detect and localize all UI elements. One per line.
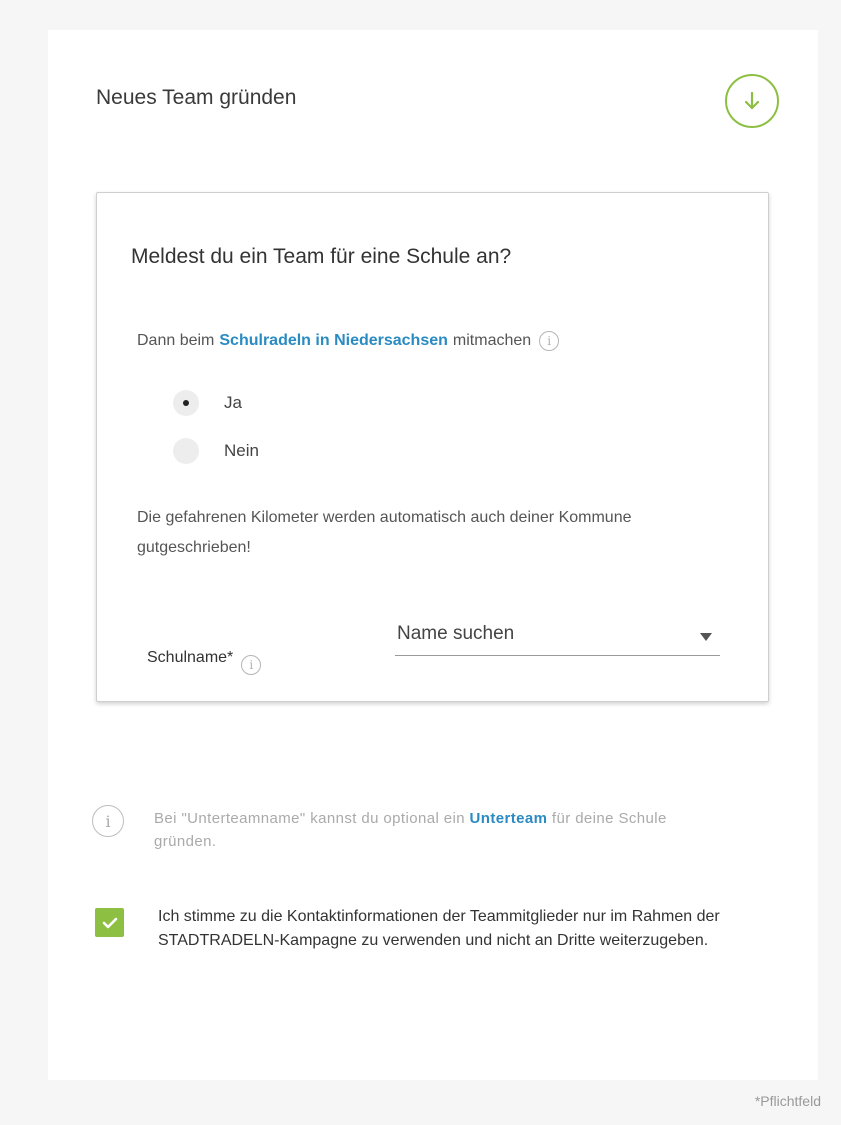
intro-prefix: Dann beim <box>137 332 215 349</box>
hint-prefix: Bei "Unterteamname" kannst du optional e… <box>154 810 465 827</box>
consent-text: Ich stimme zu die Kontaktinformationen d… <box>158 908 720 949</box>
school-name-label-row: Schulname* i <box>147 641 262 675</box>
consent-row: Ich stimme zu die Kontaktinformationen d… <box>95 905 795 953</box>
required-field-note: *Pflichtfeld <box>754 1093 821 1109</box>
download-button[interactable] <box>725 74 779 128</box>
radio-button-selected[interactable] <box>173 390 199 416</box>
info-icon: i <box>92 805 124 837</box>
radio-option-nein[interactable]: Nein <box>173 438 259 464</box>
school-name-select[interactable]: Name suchen <box>395 619 720 656</box>
intro-suffix: mitmachen <box>452 332 532 349</box>
radio-label-nein: Nein <box>224 441 259 460</box>
caret-down-icon <box>700 633 712 641</box>
kilometer-note: Die gefahrenen Kilometer werden automati… <box>137 509 632 556</box>
page-title: Neues Team gründen <box>96 86 297 109</box>
school-name-placeholder: Name suchen <box>397 623 515 644</box>
schulradeln-link[interactable]: Schulradeln in Niedersachsen <box>219 332 448 350</box>
school-question: Meldest du ein Team für eine Schule an? <box>131 245 512 268</box>
new-team-card: Neues Team gründen Meldest du ein Team f… <box>48 30 818 1080</box>
hint-text: Bei "Unterteamname" kannst du optional e… <box>154 807 692 853</box>
info-icon[interactable]: i <box>539 331 560 351</box>
radio-option-ja[interactable]: Ja <box>173 390 242 416</box>
school-name-label: Schulname* <box>147 649 234 666</box>
consent-checkbox[interactable] <box>95 908 124 937</box>
radio-button[interactable] <box>173 438 199 464</box>
school-registration-panel: Meldest du ein Team für eine Schule an? … <box>96 192 769 702</box>
radio-label-ja: Ja <box>224 393 242 412</box>
subteam-link[interactable]: Unterteam <box>470 810 548 827</box>
checkmark-icon <box>102 917 117 928</box>
subteam-hint: i Bei "Unterteamname" kannst du optional… <box>92 805 692 853</box>
info-icon[interactable]: i <box>241 655 262 675</box>
arrow-down-circle-icon <box>744 91 760 110</box>
school-intro: Dann beim Schulradeln in Niedersachsen m… <box>137 331 560 351</box>
